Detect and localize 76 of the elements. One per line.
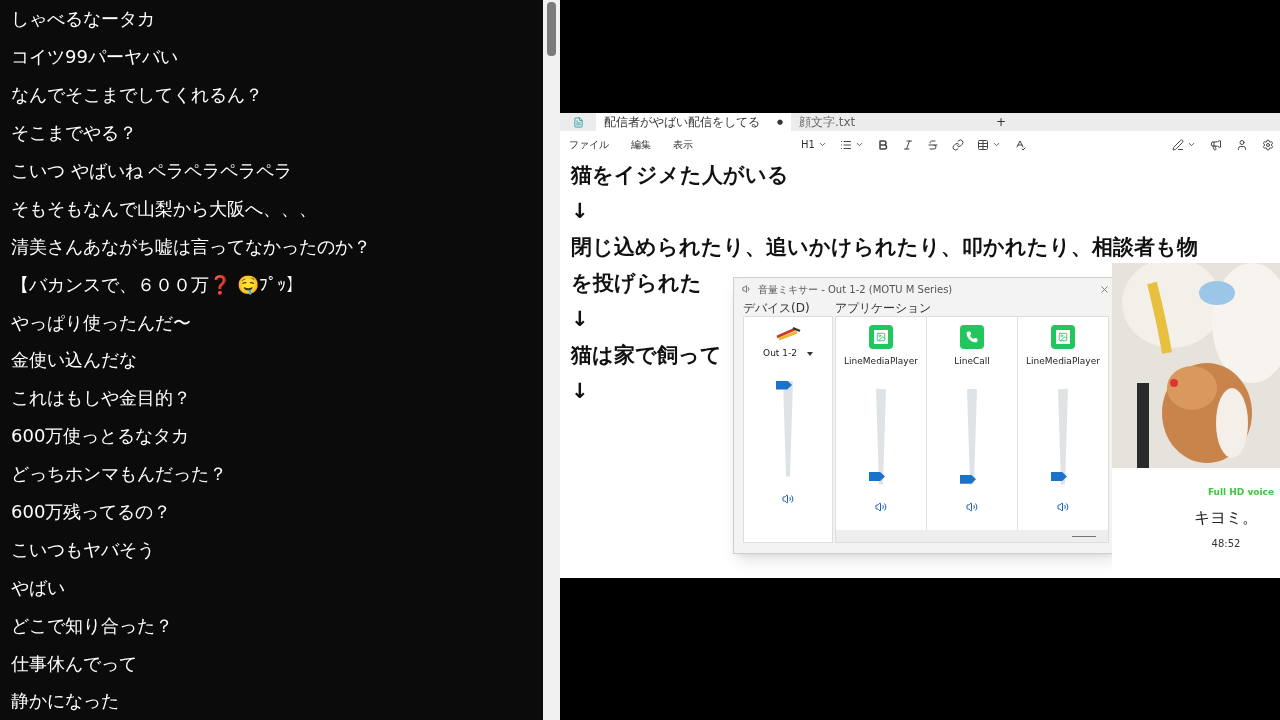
pen-icon (1172, 138, 1184, 151)
chat-message: こいつ やばいね ペラペラペラペラ (11, 159, 293, 183)
chat-message: どこで知り合った？ (11, 613, 173, 638)
chat-message: コイツ99パーヤバい (11, 45, 178, 70)
call-quality-label: Full HD voice (1207, 486, 1275, 499)
table-icon (976, 138, 989, 151)
app-name: LineCall (954, 355, 990, 368)
volume-icon[interactable] (966, 500, 978, 513)
scrollbar-thumb[interactable] (547, 2, 556, 56)
megaphone-icon[interactable] (1210, 138, 1222, 151)
editor-text-line: を投げられた (571, 270, 702, 298)
menu-item[interactable]: 表示 (673, 137, 693, 152)
phone-app-icon (960, 325, 984, 349)
chat-message: 金使い込んだな (11, 348, 137, 373)
italic-icon[interactable] (901, 138, 914, 151)
chat-message: やばい (11, 575, 65, 600)
chat-message: こいつもヤバそう (11, 537, 155, 562)
new-tab-button[interactable]: + (986, 113, 1017, 131)
chat-message: 仕事休んでって (11, 651, 137, 676)
menu-item[interactable]: ファイル (569, 137, 609, 152)
chat-message: 【バカンスで、６００万❓ 🤤ﾌﾟｯ】 (11, 272, 304, 297)
editor-text-line: 猫は家で飼って (571, 342, 722, 370)
chat-message: これはもしや金目的？ (11, 386, 191, 411)
settings-icon[interactable] (1262, 138, 1274, 151)
pen-dropdown[interactable] (1172, 138, 1196, 151)
cable-icon (775, 325, 801, 341)
volume-icon[interactable] (875, 500, 887, 513)
table-dropdown[interactable] (976, 138, 1001, 151)
slider-thumb[interactable] (1051, 472, 1067, 482)
heading-dropdown[interactable]: H1 (801, 137, 827, 152)
volume-icon[interactable] (782, 492, 794, 505)
list-dropdown[interactable] (839, 138, 864, 151)
caret-icon (854, 140, 864, 149)
strikethrough-icon[interactable] (926, 138, 939, 151)
group-label: アプリケーション (835, 302, 932, 316)
spellcheck-icon[interactable] (1013, 138, 1026, 151)
app-name: LineMediaPlayer (1026, 355, 1100, 368)
chat-message: どっちホンマもんだった？ (11, 462, 227, 487)
chat-message: やっぱり使ったんだ〜 (11, 310, 191, 335)
editor-text-line: ↓ (571, 306, 589, 334)
caret-icon (991, 140, 1001, 149)
caret-icon (817, 140, 827, 149)
caret-icon (1187, 140, 1196, 149)
call-timer: 48:52 (1211, 536, 1241, 551)
speaker-icon (742, 284, 752, 294)
editor-text-line: ↓ (571, 198, 589, 226)
slider-thumb[interactable] (776, 380, 792, 390)
chat-message: 清美さんあながち嘘は言ってなかったのか？ (11, 234, 371, 259)
bold-icon[interactable] (876, 138, 889, 151)
close-icon[interactable] (1099, 283, 1110, 295)
device-dropdown[interactable]: Out 1-2 (763, 347, 813, 361)
media-app-icon (869, 325, 893, 349)
list-icon (839, 138, 852, 151)
chat-message: そこまでやる？ (11, 121, 137, 146)
notepad-icon (572, 116, 584, 128)
link-icon[interactable] (951, 138, 964, 151)
editor-text-line: 猫をイジメた人がいる (571, 162, 789, 190)
chat-message: そもそもなんで山梨から大阪へ、、、 (11, 196, 317, 221)
editor-text-line: 閉じ込められたり、追いかけられたり、叩かれたり、相談者も物 (571, 234, 1198, 262)
chat-message: 600万使っとるなタカ (11, 424, 190, 449)
app-name: LineMediaPlayer (844, 355, 918, 368)
user-icon[interactable] (1236, 138, 1248, 151)
chat-message: しゃべるなータカ (11, 7, 155, 32)
volume-icon[interactable] (1057, 500, 1069, 513)
window-title: 音量ミキサー - Out 1-2 (MOTU M Series) (758, 282, 953, 297)
slider-thumb[interactable] (960, 474, 976, 484)
media-app-icon (1051, 325, 1075, 349)
editor-text-line: ↓ (571, 378, 589, 406)
chat-message: 600万残ってるの？ (11, 500, 172, 524)
chat-message: なんでそこまでしてくれるん？ (11, 83, 263, 108)
menu-item[interactable]: 編集 (631, 137, 651, 152)
horizontal-scrollbar[interactable] (836, 530, 1108, 542)
slider-thumb[interactable] (869, 472, 885, 482)
chat-message: 静かになった (11, 689, 119, 714)
caller-name: キヨミ。 (1194, 506, 1258, 529)
group-label: デバイス(D) (743, 302, 811, 316)
